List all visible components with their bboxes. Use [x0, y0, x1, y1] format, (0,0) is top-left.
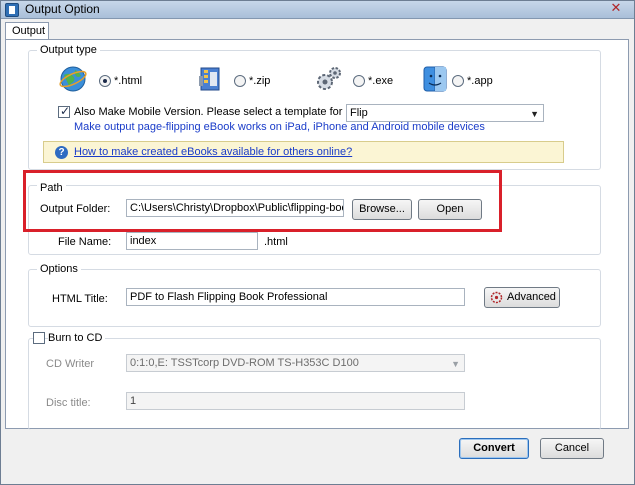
gears-icon — [314, 64, 344, 94]
tab-panel-output: Output type *.html *.zip *.exe *.app ✓ A… — [5, 39, 629, 430]
output-option-window: Output Option ✕ Output Output type *.htm… — [0, 0, 635, 485]
file-name-input[interactable]: index — [126, 232, 258, 250]
advanced-label: Advanced — [507, 291, 556, 303]
chevron-down-icon: ▼ — [530, 109, 539, 119]
help-link[interactable]: How to make created eBooks available for… — [74, 146, 352, 159]
output-type-label: Output type — [37, 44, 100, 56]
disc-title-label: Disc title: — [46, 397, 91, 409]
options-label: Options — [37, 263, 81, 275]
radio-zip[interactable] — [234, 75, 246, 87]
burn-cd-checkbox[interactable] — [33, 332, 45, 344]
option-exe-label: *.exe — [368, 75, 394, 87]
option-zip-label: *.zip — [249, 75, 271, 87]
file-name-label: File Name: — [58, 236, 112, 248]
zip-archive-icon — [196, 64, 226, 94]
advanced-icon — [490, 291, 503, 304]
mobile-version-checkbox[interactable] — [58, 104, 70, 118]
radio-exe[interactable] — [353, 75, 365, 87]
option-app-label: *.app — [467, 75, 493, 87]
html-title-label: HTML Title: — [52, 293, 108, 305]
html-title-input[interactable]: PDF to Flash Flipping Book Professional — [126, 288, 465, 306]
globe-icon — [58, 64, 88, 94]
mobile-template-select[interactable]: Flip ▼ — [346, 104, 544, 122]
burn-cd-group — [28, 338, 601, 430]
burn-cd-label: Burn to CD — [48, 332, 106, 345]
file-extension: .html — [264, 236, 288, 248]
option-html-label: *.html — [114, 75, 143, 87]
chevron-down-icon: ▼ — [451, 359, 460, 369]
disc-title-input: 1 — [126, 392, 465, 410]
app-icon — [5, 3, 19, 17]
cd-writer-value: 0:1:0,E: TSSTcorp DVD-ROM TS-H353C D100 — [130, 357, 359, 369]
convert-button[interactable]: Convert — [459, 438, 529, 459]
radio-html[interactable] — [99, 75, 111, 87]
mobile-version-label: Also Make Mobile Version. Please select … — [74, 106, 381, 118]
mobile-template-value: Flip — [350, 107, 368, 119]
question-icon: ? — [55, 146, 68, 159]
file-name-value: index — [130, 235, 157, 247]
cancel-button[interactable]: Cancel — [540, 438, 604, 459]
cd-writer-label: CD Writer — [46, 358, 95, 370]
cd-writer-select: 0:1:0,E: TSSTcorp DVD-ROM TS-H353C D100 … — [126, 354, 465, 372]
radio-app[interactable] — [452, 75, 464, 87]
mac-finder-icon — [420, 64, 450, 94]
window-title: Output Option — [25, 2, 100, 16]
highlight-box — [23, 170, 502, 232]
mobile-note: Make output page-flipping eBook works on… — [74, 121, 485, 133]
html-title-value: PDF to Flash Flipping Book Professional — [130, 291, 328, 303]
close-button[interactable]: ✕ — [604, 0, 628, 16]
title-bar[interactable]: Output Option ✕ — [1, 0, 634, 19]
tab-output[interactable]: Output — [5, 22, 49, 40]
help-hint-box: ? How to make created eBooks available f… — [43, 141, 564, 163]
disc-title-value: 1 — [130, 395, 137, 407]
advanced-button[interactable]: Advanced — [484, 287, 560, 308]
